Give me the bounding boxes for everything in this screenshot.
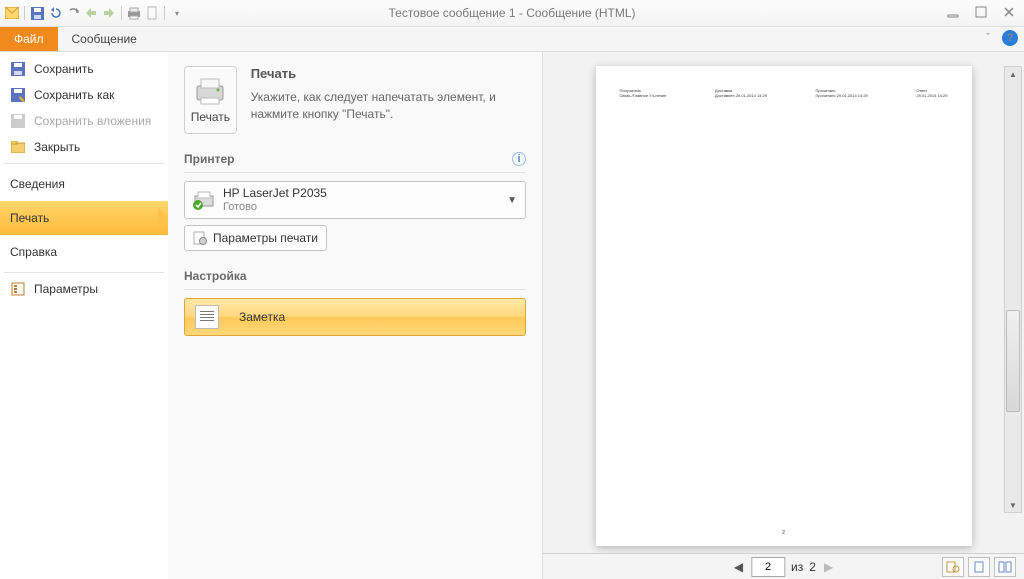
print-preview: ПолучательСвязь./Главное Уч-ление Достав… [543,52,1024,579]
nav-print[interactable]: Печать [0,201,168,235]
preview-header: ПолучательСвязь./Главное Уч-ление Достав… [620,88,948,98]
settings-doc-icon [193,231,207,245]
print-description: Укажите, как следует напечатать элемент,… [251,89,526,123]
mail-icon[interactable] [4,5,20,21]
nav-label: Сохранить вложения [34,114,151,128]
scroll-up-icon[interactable]: ▲ [1005,67,1021,81]
save-icon [10,61,26,77]
print-button[interactable]: Печать [184,66,237,134]
undo-icon[interactable] [47,5,63,21]
next-page-button[interactable]: ▶ [822,560,835,574]
title-bar: ▾ Тестовое сообщение 1 - Сообщение (HTML… [0,0,1024,27]
nav-label: Печать [10,211,49,225]
folder-close-icon [10,139,26,155]
page-input[interactable] [751,557,785,577]
ribbon-tabs: Файл Сообщение ˇ ? [0,27,1024,51]
print-quick-icon[interactable] [126,5,142,21]
backstage-nav: Сохранить Сохранить как Сохранить вложен… [0,52,168,579]
save-as-icon [10,87,26,103]
printer-name: HP LaserJet P2035 [223,186,327,200]
preview-status-bar: ◀ из 2 ▶ [543,553,1024,579]
page-total: 2 [809,560,816,574]
preview-page: ПолучательСвязь./Главное Уч-ление Достав… [596,66,972,546]
prev-page-button[interactable]: ◀ [732,560,745,574]
nav-label: Сведения [10,177,65,191]
zoom-page-button[interactable] [968,557,990,577]
nav-label: Параметры [34,282,98,296]
print-panel: Печать Печать Укажите, как следует напеч… [168,52,543,579]
note-style-icon [195,305,219,329]
print-settings-button[interactable]: Параметры печати [184,225,327,251]
print-title: Печать [251,66,526,81]
scroll-down-icon[interactable]: ▼ [1005,498,1021,512]
settings-section-title: Настройка [184,269,526,283]
redo-icon[interactable] [65,5,81,21]
previous-icon[interactable] [83,5,99,21]
nav-help[interactable]: Справка [0,235,168,269]
minimize-button[interactable] [944,4,962,20]
maximize-button[interactable] [972,4,990,20]
zoom-multi-button[interactable] [994,557,1016,577]
options-icon [10,281,26,297]
page-of-label: из [791,560,803,574]
help-icon[interactable]: ? [1002,30,1018,46]
nav-info[interactable]: Сведения [0,167,168,201]
print-button-label: Печать [191,110,230,124]
attachment-icon [10,113,26,129]
nav-label: Закрыть [34,140,80,154]
preview-page-number: 2 [596,530,972,536]
nav-label: Сохранить [34,62,94,76]
nav-save-attachments: Сохранить вложения [0,108,168,134]
info-icon[interactable]: i [512,152,526,166]
printer-section-title: Принтер [184,152,234,166]
scroll-thumb[interactable] [1006,310,1020,412]
page-navigator: ◀ из 2 ▶ [732,557,835,577]
qat-menu-icon[interactable]: ▾ [169,5,185,21]
tab-file[interactable]: Файл [0,27,58,51]
save-icon[interactable] [29,5,45,21]
nav-label: Справка [10,245,57,259]
chevron-down-icon: ▼ [507,195,517,206]
close-button[interactable] [1000,4,1018,20]
next-icon[interactable] [101,5,117,21]
nav-save[interactable]: Сохранить [0,56,168,82]
nav-label: Сохранить как [34,88,114,102]
nav-close[interactable]: Закрыть [0,134,168,160]
attach-icon[interactable] [144,5,160,21]
print-style-option[interactable]: Заметка [184,298,526,336]
print-settings-label: Параметры печати [213,231,318,245]
print-style-label: Заметка [239,310,285,324]
printer-ready-icon [193,190,215,210]
nav-options[interactable]: Параметры [0,276,168,302]
nav-save-as[interactable]: Сохранить как [0,82,168,108]
printer-status: Готово [223,201,327,214]
zoom-actual-button[interactable] [942,557,964,577]
preview-scrollbar[interactable]: ▲ ▼ [1004,66,1022,513]
ribbon-expand-icon[interactable]: ˇ [980,30,996,46]
printer-selector[interactable]: HP LaserJet P2035 Готово ▼ [184,181,526,219]
tab-message[interactable]: Сообщение [58,27,151,51]
printer-icon [193,76,227,106]
quick-access-toolbar: ▾ [0,5,185,21]
